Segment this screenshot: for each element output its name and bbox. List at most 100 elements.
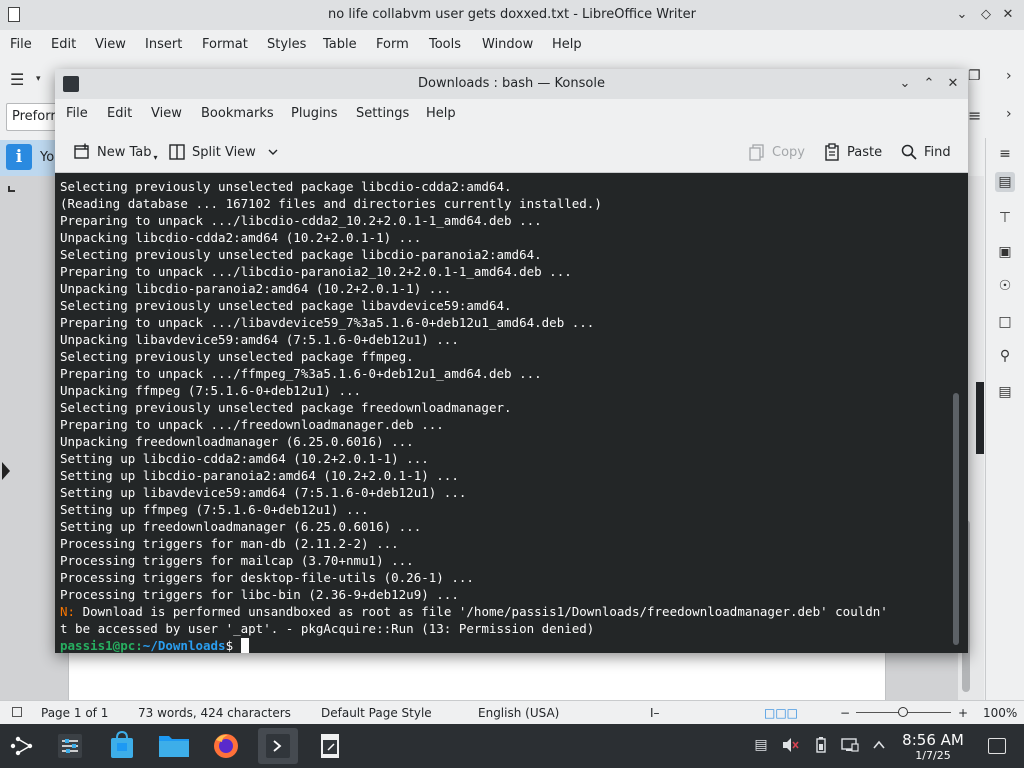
menu-plugins[interactable]: Plugins [291,106,338,121]
sidebar-collapse-grip[interactable] [976,382,984,454]
terminal-line: Unpacking ffmpeg (7:5.1.6-0+deb12u1) ... [60,383,362,398]
writer-menu-window[interactable]: Window [482,37,533,52]
overflow-icon[interactable]: › [1006,68,1020,88]
writer-menu-styles[interactable]: Styles [267,37,306,52]
writer-menu-insert[interactable]: Insert [145,37,182,52]
menu-file[interactable]: File [66,106,88,121]
terminal-line: Unpacking libcdio-paranoia2:amd64 (10.2+… [60,281,452,296]
terminal-line: Preparing to unpack .../libavdevice59_7%… [60,315,595,330]
writer-menu-tools[interactable]: Tools [429,37,461,52]
writer-menu-format[interactable]: Format [202,37,248,52]
terminal-prompt[interactable]: passis1@pc:~/Downloads$ [60,637,968,653]
writer-menu-help[interactable]: Help [552,37,582,52]
konsole-task[interactable] [258,728,298,764]
terminal-scrollbar-thumb[interactable] [953,393,959,645]
copy-format-icon[interactable]: ❐ [968,68,988,88]
navigator-icon[interactable]: ☉ [995,276,1015,296]
split-view-button[interactable]: Split View [168,141,278,163]
minimize-icon[interactable]: ⌄ [952,5,972,25]
page-count: Page 1 of 1 [41,706,109,720]
align-icon[interactable]: ≡ [968,106,988,126]
text-boundary-mark [8,186,15,192]
text-cursor [240,638,249,653]
terminal-line: Selecting previously unselected package … [60,247,542,262]
terminal-output[interactable]: Selecting previously unselected package … [55,173,968,653]
zoom-level[interactable]: 100% [983,706,1017,720]
info-icon: i [6,144,32,170]
close-icon[interactable]: ✕ [998,5,1018,25]
copy-button[interactable]: Copy [748,141,805,163]
terminal-icon [266,734,290,758]
tray-expand-icon[interactable] [870,736,888,754]
clock-time[interactable]: 8:56 AM [893,731,973,749]
find-button[interactable]: Find [900,141,951,163]
prompt-path: ~/Downloads [142,638,226,653]
save-status-icon [12,707,22,717]
overflow-icon-2[interactable]: › [1006,106,1020,126]
sidebar-menu-icon[interactable]: ≡ [995,144,1015,164]
warning-prefix: N: [60,604,76,619]
paste-button[interactable]: Paste [823,141,882,163]
writer-menu-table[interactable]: Table [323,37,357,52]
zoom-in-button[interactable]: + [958,706,968,720]
sidebar-toggle-icon[interactable]: ☰ [10,70,30,89]
language[interactable]: English (USA) [478,706,559,720]
clock-date[interactable]: 1/7/25 [893,749,973,762]
page-icon[interactable]: ⊤ [995,208,1015,228]
prompt-symbol: $ [225,638,241,653]
settings-sliders-icon [58,734,82,758]
terminal-line: Selecting previously unselected package … [60,349,414,364]
shopping-bag-icon [111,730,133,758]
manage-changes-icon[interactable]: ▤ [995,382,1015,402]
show-desktop-icon[interactable] [988,738,1006,754]
folder-icon [159,736,189,757]
chevron-down-icon[interactable]: ▾ [36,74,44,84]
find-replace-icon[interactable]: ⚲ [995,346,1015,366]
menu-edit[interactable]: Edit [107,106,132,121]
menu-bookmarks[interactable]: Bookmarks [201,106,274,121]
chevron-down-icon [268,149,278,155]
app-launcher-button[interactable] [4,728,44,764]
konsole-titlebar[interactable]: Downloads : bash — Konsole ⌄ ⌃ ✕ [55,69,968,99]
writer-menu-file[interactable]: File [10,37,32,52]
kde-launcher-icon [10,736,33,756]
copy-icon [749,144,764,161]
menu-help[interactable]: Help [426,106,456,121]
new-tab-button[interactable]: New Tab ▾ [73,141,158,163]
terminal-line: Unpacking libcdio-cdda2:amd64 (10.2+2.0.… [60,230,422,245]
selection-mode-icon[interactable]: I– [650,706,660,720]
page-style: Default Page Style [321,706,432,720]
menu-settings[interactable]: Settings [356,106,409,121]
page-style-icon[interactable]: □ [995,312,1015,332]
terminal-line: Unpacking libavdevice59:amd64 (7:5.1.6-0… [60,332,459,347]
system-settings-task[interactable] [50,728,90,764]
view-layout-icon[interactable]: □□□ [764,706,798,720]
writer-task[interactable] [310,728,350,764]
volume-muted-icon[interactable] [781,736,799,754]
battery-icon[interactable] [812,736,830,754]
writer-menubar: File Edit View Insert Format Styles Tabl… [0,30,1024,81]
terminal-line: Setting up libcdio-cdda2:amd64 (10.2+2.0… [60,451,429,466]
writer-menu-edit[interactable]: Edit [51,37,76,52]
writer-menu-view[interactable]: View [95,37,126,52]
terminal-warning-line-cont: t be accessed by user '_apt'. - pkgAcqui… [60,621,595,636]
writer-title: no life collabvm user gets doxxed.txt - … [328,7,696,22]
dolphin-files-task[interactable] [154,728,194,764]
maximize-icon[interactable]: ⌃ [919,74,939,94]
chevron-down-icon: ▾ [153,152,158,162]
terminal-line: Selecting previously unselected package … [60,179,512,194]
writer-menu-form[interactable]: Form [376,37,409,52]
clipboard-icon[interactable]: ▤ [752,736,770,754]
menu-view[interactable]: View [151,106,182,121]
properties-icon[interactable]: ▤ [995,172,1015,192]
firefox-icon [214,734,238,758]
gallery-icon[interactable]: ▣ [995,242,1015,262]
zoom-slider-knob[interactable] [898,707,908,717]
network-icon[interactable] [841,736,859,754]
minimize-icon[interactable]: ⌄ [895,74,915,94]
firefox-task[interactable] [206,728,246,764]
zoom-out-button[interactable]: − [840,706,850,720]
maximize-icon[interactable]: ◇ [976,5,996,25]
discover-store-task[interactable] [102,728,142,764]
close-icon[interactable]: ✕ [943,74,963,94]
